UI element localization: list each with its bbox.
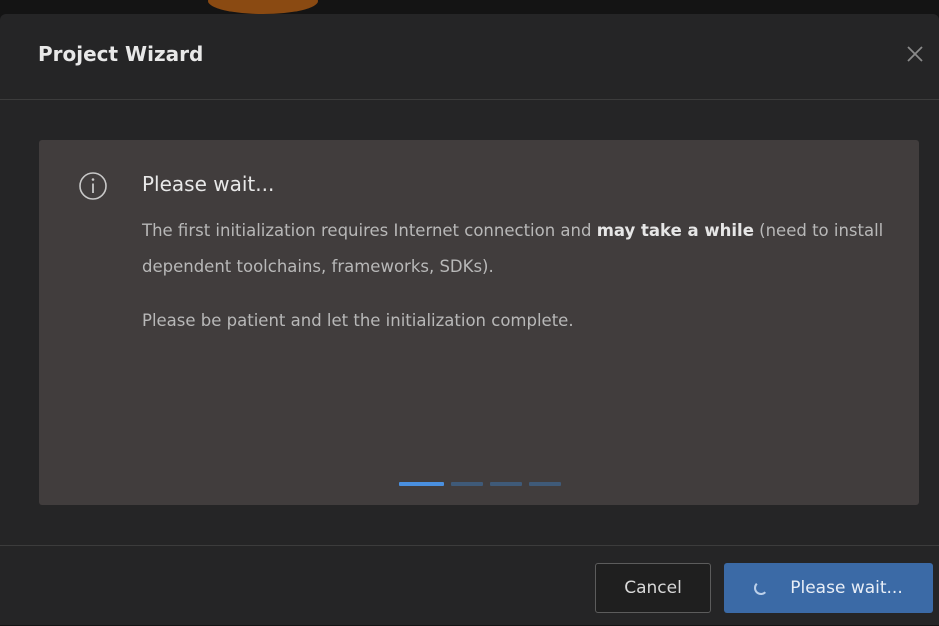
cancel-button-label: Cancel	[624, 578, 682, 598]
close-icon[interactable]	[905, 44, 925, 64]
progress-step	[490, 482, 522, 486]
progress-step	[451, 482, 483, 486]
dialog-title: Project Wizard	[38, 42, 204, 66]
notice-title: Please wait...	[142, 172, 275, 196]
project-wizard-dialog: Project Wizard Please wait... The first …	[0, 14, 939, 625]
dialog-header: Project Wizard	[0, 14, 939, 100]
info-icon	[77, 170, 109, 202]
notice-line-1-bold: may take a while	[596, 221, 754, 240]
progress-step	[399, 482, 444, 486]
please-wait-button[interactable]: Please wait...	[724, 563, 933, 613]
notice-line-2: Please be patient and let the initializa…	[142, 311, 574, 330]
spinner-icon	[754, 581, 769, 595]
notice-line-1: The first initialization requires Intern…	[142, 213, 902, 285]
please-wait-button-label: Please wait...	[790, 578, 903, 598]
notice-text: The first initialization requires Intern…	[142, 213, 902, 339]
notice-line-1-prefix: The first initialization requires Intern…	[142, 221, 597, 240]
cancel-button[interactable]: Cancel	[595, 563, 711, 613]
dialog-footer: Cancel Please wait...	[0, 545, 939, 626]
progress-step	[529, 482, 561, 486]
background-glow	[208, 0, 318, 14]
progress-indicator	[399, 482, 561, 486]
notice-card: Please wait... The first initialization …	[39, 140, 919, 505]
